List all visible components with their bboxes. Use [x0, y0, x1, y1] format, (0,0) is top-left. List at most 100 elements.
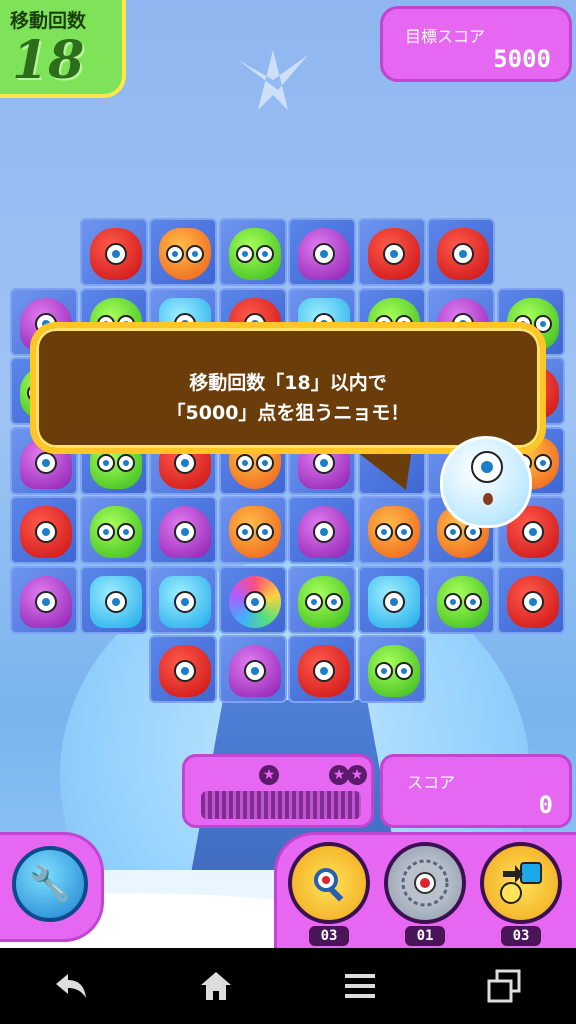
board-tile[interactable] — [357, 635, 426, 703]
back-button[interactable] — [42, 956, 102, 1016]
monster-red-icon — [89, 228, 142, 280]
monster-eye — [116, 523, 135, 541]
board-tile[interactable] — [149, 565, 217, 634]
board-tile[interactable] — [357, 218, 426, 286]
monster-purple-icon — [228, 645, 281, 697]
board-tile[interactable] — [218, 218, 287, 286]
monster-eye — [521, 590, 544, 613]
monster-eye — [382, 590, 405, 613]
score-progress-bar — [201, 791, 361, 819]
monster-eye — [166, 245, 184, 263]
monster-eye — [174, 451, 196, 474]
monster-red-icon — [367, 228, 420, 280]
board-tile[interactable] — [79, 565, 148, 634]
monster-eye — [533, 453, 552, 472]
monster-eye — [305, 592, 323, 611]
monster-eye — [235, 523, 254, 541]
board-tile[interactable] — [427, 565, 495, 634]
monster-eye — [313, 451, 335, 474]
guide-eye-icon — [471, 451, 503, 483]
monster-red-icon — [159, 645, 211, 697]
monster-eye — [35, 590, 57, 613]
monster-blue-icon — [89, 575, 142, 628]
moves-label: 移動回数 — [10, 10, 87, 32]
monster-eye — [374, 523, 393, 541]
monster-eye — [255, 523, 274, 541]
monster-eye — [394, 523, 413, 541]
board-tile[interactable] — [288, 218, 356, 286]
board-tile[interactable] — [10, 565, 78, 634]
monster-star-icon — [228, 575, 281, 628]
monster-green-icon — [437, 575, 489, 628]
board-tile[interactable] — [357, 565, 426, 634]
monster-red-icon — [298, 645, 350, 697]
item-shuffle-button[interactable] — [480, 842, 562, 924]
moves-remaining-value: 18 — [12, 30, 85, 91]
tutorial-text-line-1: 移動回数「18」以内で — [189, 372, 387, 394]
monster-blue-icon — [159, 575, 211, 628]
tutorial-text-line-2: 「5000」点を狙うニョモ！ — [166, 402, 410, 424]
monster-eye — [313, 521, 335, 543]
board-tile[interactable] — [288, 635, 356, 703]
board-tile[interactable] — [10, 496, 78, 564]
board-tile[interactable] — [496, 565, 565, 634]
item-shuffle-count: 03 — [501, 926, 541, 946]
monster-green-icon — [228, 228, 281, 280]
monster-green-icon — [367, 645, 420, 697]
back-arrow-icon — [56, 974, 86, 998]
monster-red-icon — [437, 228, 489, 280]
item-magic-wand-button[interactable] — [288, 842, 370, 924]
star-progress-panel: ★ ★ ★ — [182, 754, 374, 828]
board-tile[interactable] — [149, 496, 217, 564]
moves-counter-panel: 移動回数 18 — [0, 0, 126, 98]
monster-eye — [374, 662, 393, 680]
monster-purple-icon — [298, 228, 350, 280]
score-value: 0 — [538, 791, 553, 819]
board-tile[interactable] — [149, 218, 217, 286]
monster-orange-icon — [159, 228, 211, 280]
settings-button[interactable]: 🔧 — [12, 846, 88, 922]
background-bird-silhouette — [238, 50, 308, 110]
monster-eye — [186, 245, 204, 263]
tutorial-speech-bubble[interactable]: 移動回数「18」以内で 「5000」点を狙うニョモ！ — [30, 322, 546, 454]
board-tile[interactable] — [357, 496, 426, 564]
target-score-value: 5000 — [493, 45, 551, 73]
board-tile[interactable] — [288, 565, 356, 634]
target-score-panel: 目標スコア 5000 — [380, 6, 572, 82]
home-icon — [201, 972, 231, 1000]
board-tile[interactable] — [288, 496, 356, 564]
target-score-label: 目標スコア — [405, 27, 486, 46]
monster-orange-icon — [367, 506, 420, 558]
monster-eye — [444, 523, 462, 541]
board-tile[interactable] — [218, 496, 287, 564]
monster-eye — [235, 453, 254, 472]
menu-button[interactable] — [330, 956, 390, 1016]
recent-apps-icon — [487, 969, 521, 1003]
board-tile[interactable] — [218, 565, 287, 634]
home-button[interactable] — [186, 956, 246, 1016]
monster-eye — [235, 245, 254, 263]
board-tile[interactable] — [79, 496, 148, 564]
shuffle-icon — [500, 862, 542, 904]
star-icon-2: ★ — [329, 765, 349, 785]
monster-green-icon — [89, 506, 142, 558]
monster-eye — [313, 243, 335, 265]
item-saw-blade-count: 01 — [405, 926, 445, 946]
monster-eye — [35, 521, 57, 543]
board-tile[interactable] — [149, 635, 217, 703]
monster-blue-icon — [367, 575, 420, 628]
wrench-icon: 🔧 — [28, 864, 72, 904]
monster-eye — [35, 451, 57, 474]
magic-wand-icon — [314, 868, 344, 902]
monster-eye — [313, 660, 335, 682]
board-tile[interactable] — [427, 218, 495, 286]
recent-apps-button[interactable] — [474, 956, 534, 1016]
monster-eye — [243, 590, 266, 613]
hamburger-menu-icon — [345, 974, 375, 998]
board-tile[interactable] — [79, 218, 148, 286]
monster-red-icon — [20, 506, 72, 558]
monster-eye — [104, 243, 127, 265]
board-tile[interactable] — [218, 635, 287, 703]
item-saw-blade-button[interactable] — [384, 842, 466, 924]
monster-orange-icon — [228, 506, 281, 558]
